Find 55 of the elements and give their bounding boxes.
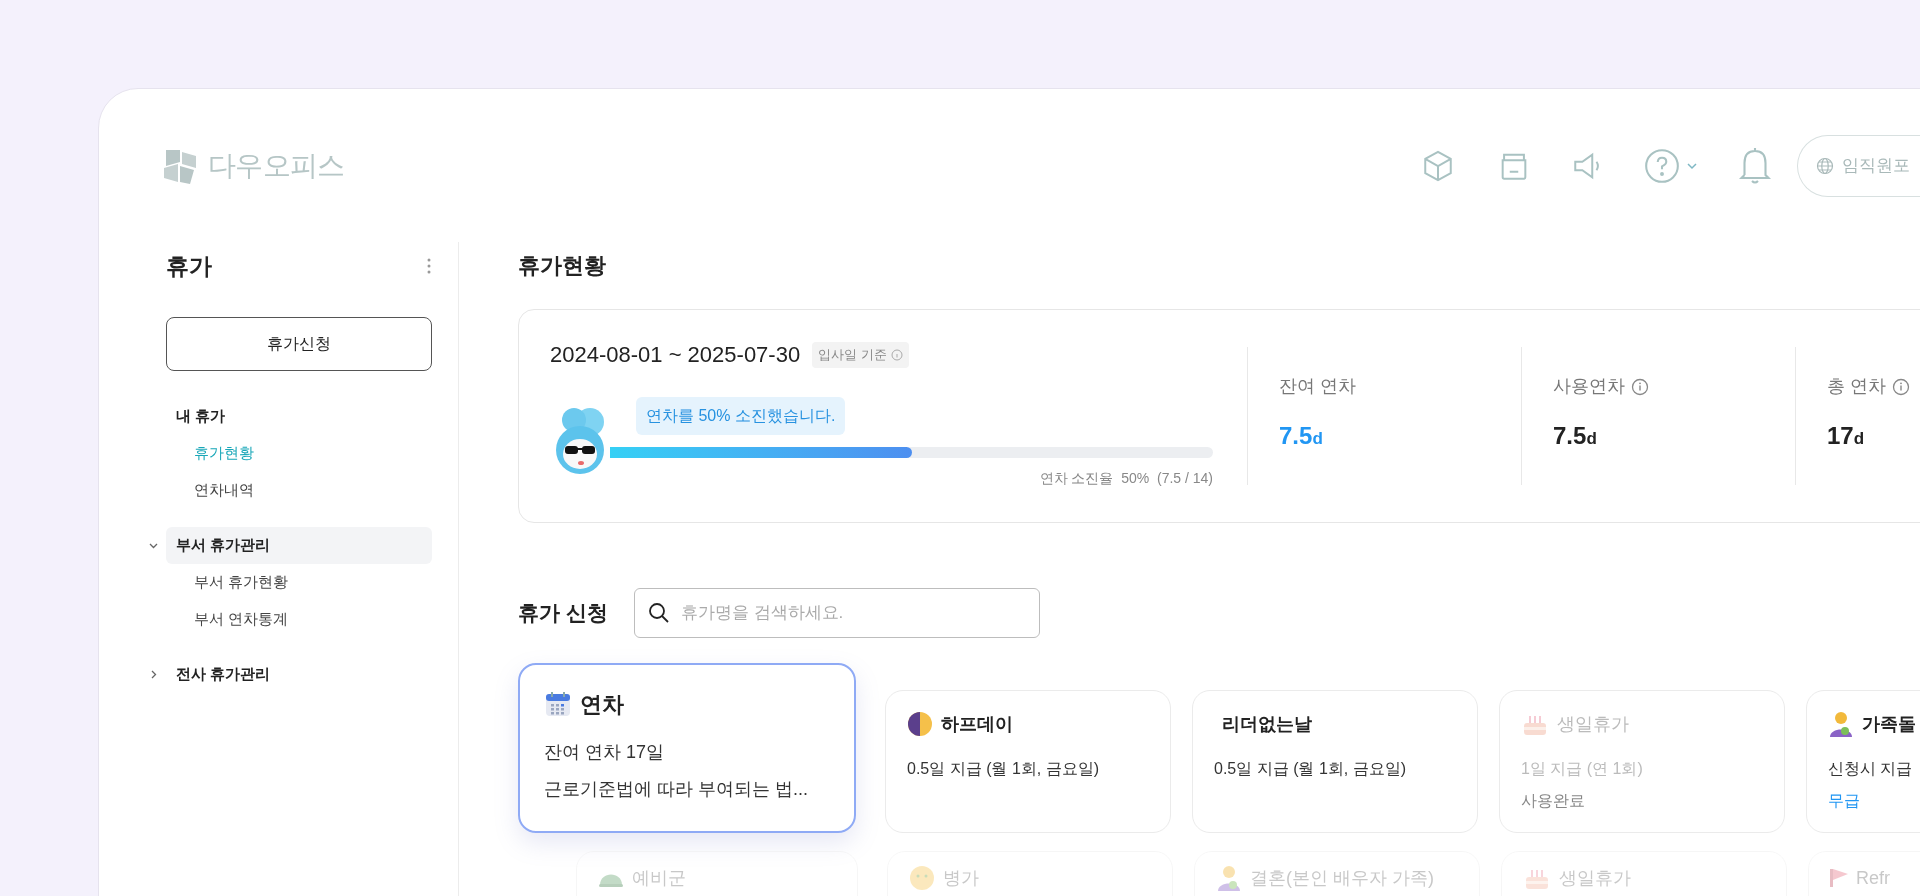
leave-card[interactable]: 리더없는날 0.5일 지급 (월 1회, 금요일) xyxy=(1192,690,1478,833)
card-title: 가족돌 xyxy=(1862,712,1916,736)
apply-button[interactable]: 휴가신청 xyxy=(166,317,432,371)
search-icon xyxy=(647,602,670,624)
stat-label: 잔여 연차 xyxy=(1279,375,1356,398)
card-text: 무급 xyxy=(1828,791,1861,811)
globe-icon xyxy=(1816,156,1834,175)
flag-icon xyxy=(1830,869,1848,887)
nav-item[interactable]: 연차내역 xyxy=(166,472,432,509)
card-text: 신청시 지급 xyxy=(1828,759,1914,779)
person-icon xyxy=(1828,710,1854,738)
card-text: 잔여 연차 17일 xyxy=(544,741,666,764)
calendar-icon xyxy=(544,690,572,718)
card-title: 연차 xyxy=(580,690,624,719)
leave-card[interactable]: 가족돌 신청시 지급 무급 xyxy=(1806,690,1920,833)
usage-text: 연차 소진율 50% (7.5 / 14) xyxy=(1039,469,1213,488)
cube-icon[interactable] xyxy=(1421,148,1455,183)
logo-text: 다우오피스 xyxy=(208,148,345,183)
info-icon[interactable] xyxy=(1631,377,1649,396)
progress-bubble: 연차를 50% 소진했습니다. xyxy=(636,397,846,435)
card-text: 근로기준법에 따라 부여되는 법... xyxy=(544,778,809,801)
card-text: 0.5일 지급 (월 1회, 금요일) xyxy=(1214,759,1408,779)
card-text: 사용완료 xyxy=(1521,791,1586,811)
stat-value: 7.5 xyxy=(1279,421,1313,451)
search-field[interactable]: 휴가명을 검색하세요. xyxy=(633,588,1040,638)
stat-label: 사용연차 xyxy=(1553,375,1625,398)
face-icon xyxy=(909,865,935,891)
stat-unit: d xyxy=(1853,429,1865,450)
stat-label: 총 연차 xyxy=(1827,375,1886,398)
info-icon[interactable] xyxy=(890,348,903,361)
card-title: 리더없는날 xyxy=(1222,712,1312,736)
card-text: 1일 지급 (연 1회) xyxy=(1521,759,1644,779)
stat-unit: d xyxy=(1586,429,1597,450)
leave-card[interactable]: 하프데이 0.5일 지급 (월 1회, 금요일) xyxy=(885,690,1171,833)
nav-group[interactable]: 내 휴가 xyxy=(166,398,432,435)
nav-item[interactable]: 부서 휴가현황 xyxy=(166,564,432,601)
stat-unit: d xyxy=(1312,429,1323,450)
period-text: 2024-08-01 ~ 2025-07-30 xyxy=(550,341,801,369)
nav-group[interactable]: 전사 휴가관리 xyxy=(166,656,432,693)
sidebar-title: 휴가 xyxy=(166,251,212,281)
basis-badge: 입사일 기준 xyxy=(812,341,909,368)
more-icon[interactable] xyxy=(426,256,432,276)
card-title: 생일휴가 xyxy=(1557,712,1629,736)
person-icon xyxy=(1216,864,1242,892)
nav-item[interactable]: 부서 연차통계 xyxy=(166,601,432,638)
card-title: 하프데이 xyxy=(941,712,1013,736)
section-title: 휴가 신청 xyxy=(518,600,608,627)
page-title: 휴가현황 xyxy=(518,251,606,280)
leave-card[interactable]: 연차 잔여 연차 17일 근로기준법에 따라 부여되는 법... xyxy=(518,663,856,833)
help-icon[interactable] xyxy=(1643,146,1681,185)
info-icon[interactable] xyxy=(1892,377,1910,396)
moon-icon xyxy=(907,711,933,737)
stat-value: 17 xyxy=(1827,421,1854,451)
card-text: 0.5일 지급 (월 1회, 금요일) xyxy=(907,759,1101,779)
stat-value: 7.5 xyxy=(1553,421,1587,451)
